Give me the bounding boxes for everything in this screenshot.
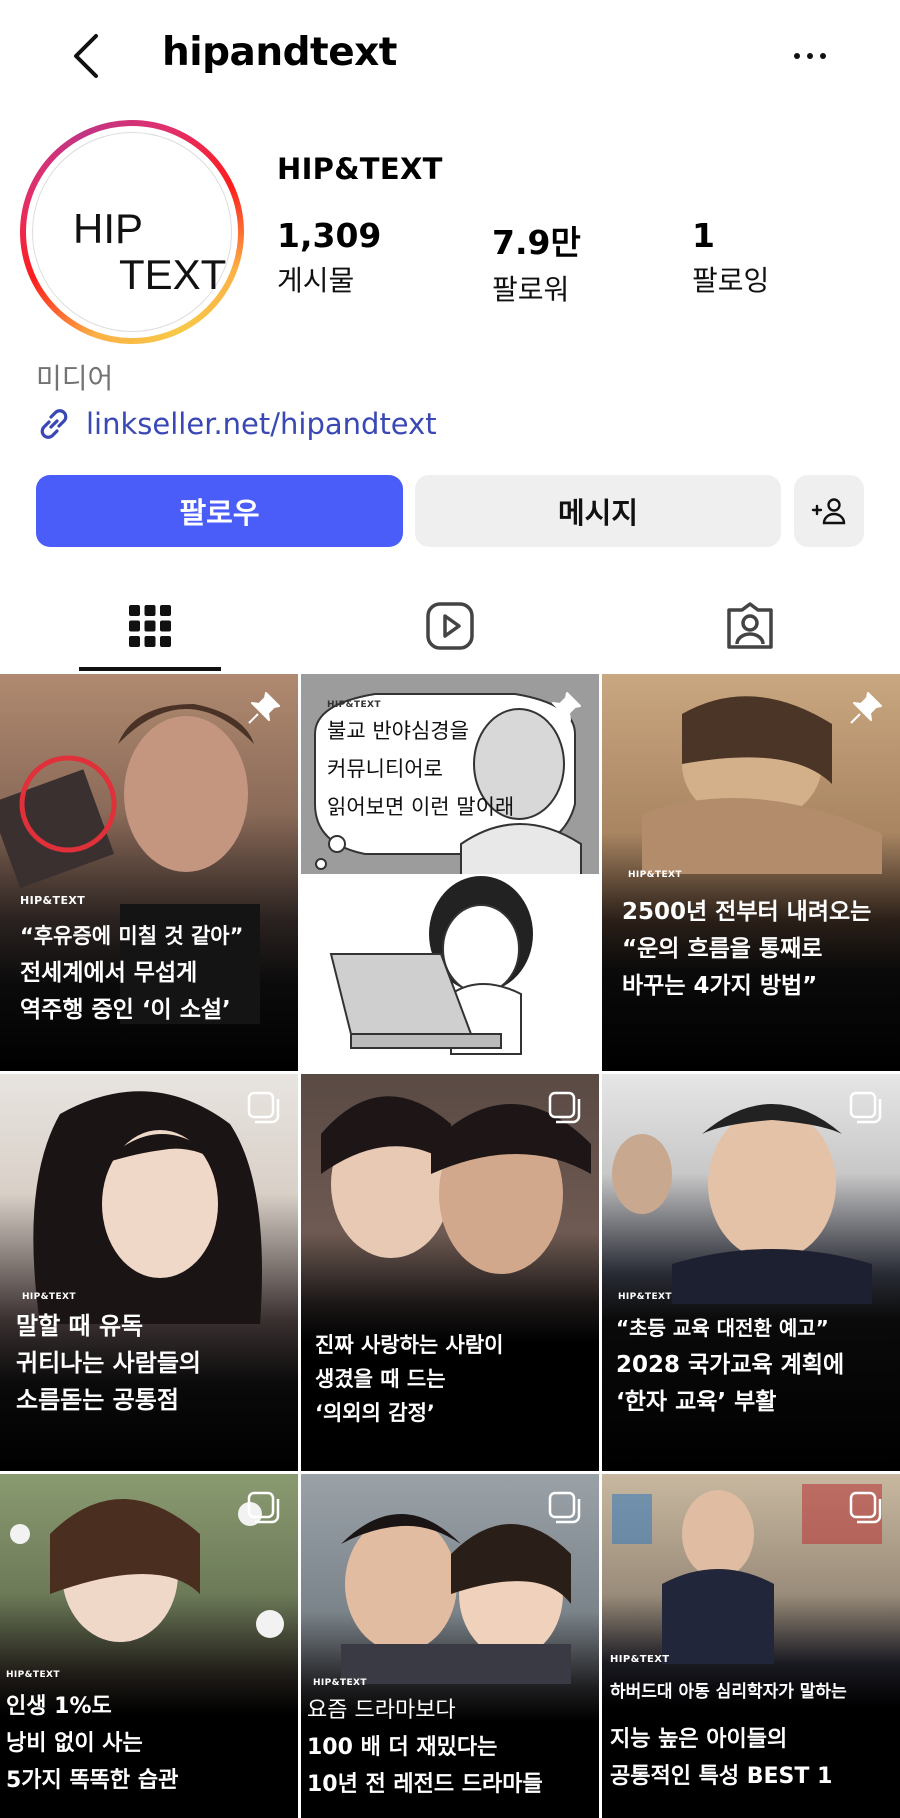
post-caption: 하버드대 아동 심리학자가 말하는 지능 높은 아이들의 공통적인 특성 BES… — [610, 1674, 886, 1795]
post-caption: “초등 교육 대전환 예고” 2028 국가교육 계획에 ‘한자 교육’ 부활 — [616, 1310, 886, 1421]
carousel-icon — [548, 1491, 581, 1524]
suggest-people-button[interactable] — [794, 475, 864, 547]
post-tile[interactable]: HIP&TEXT 하버드대 아동 심리학자가 말하는 지능 높은 아이들의 공통… — [602, 1474, 900, 1818]
post-caption-line: ‘의외의 감정’ — [315, 1401, 435, 1425]
post-tile[interactable]: HIP&TEXT 인생 1%도 낭비 없이 사는 5가지 똑똑한 습관 — [0, 1474, 298, 1818]
post-tile[interactable]: HIP&TEXT 말할 때 유독 귀티나는 사람들의 소름돋는 공통점 — [0, 1074, 298, 1471]
post-caption-line: 귀티나는 사람들의 — [16, 1349, 201, 1377]
post-tile[interactable]: HIP&TEXT “초등 교육 대전환 예고” 2028 국가교육 계획에 ‘한… — [602, 1074, 900, 1471]
post-caption-line: 공통적인 특성 BEST 1 — [610, 1764, 833, 1789]
post-tile[interactable]: 진짜 사랑하는 사람이 생겼을 때 드는 ‘의외의 감정’ — [301, 1074, 599, 1471]
carousel-icon — [849, 1491, 882, 1524]
followers-label: 팔로워 — [492, 273, 570, 306]
post-brand-label: HIP&TEXT — [628, 870, 682, 880]
post-tile[interactable]: HIP&TEXT 불교 반야심경을 커뮤니티어로 읽어보면 이런 말이래 — [301, 674, 599, 1071]
post-caption-line: 하버드대 아동 심리학자가 말하는 — [610, 1682, 847, 1702]
grid-icon — [129, 605, 171, 647]
profile-link[interactable]: linkseller.net/hipandtext — [36, 406, 437, 442]
following-count: 1 — [692, 216, 715, 255]
posts-count: 1,309 — [277, 216, 382, 255]
tagged-icon — [727, 602, 773, 649]
post-caption-line: 요즘 드라마보다 — [307, 1698, 456, 1723]
post-caption-line: 읽어보면 이런 말이래 — [327, 795, 515, 819]
post-brand-label: HIP&TEXT — [327, 700, 381, 710]
post-caption-line: “후유증에 미칠 것 같아” — [20, 924, 244, 948]
top-bar: hipandtext — [0, 0, 900, 110]
post-caption-line: “초등 교육 대전환 예고” — [616, 1316, 829, 1340]
post-caption-line: 생겼을 때 드는 — [315, 1367, 446, 1391]
post-caption-line: 10년 전 레전드 드라마들 — [307, 1772, 543, 1797]
carousel-icon — [849, 1091, 882, 1124]
post-caption-line: 낭비 없이 사는 — [6, 1731, 143, 1756]
more-options-button[interactable] — [782, 36, 838, 76]
post-caption-line: 인생 1%도 — [6, 1694, 112, 1719]
post-caption-line: 전세계에서 무섭게 — [20, 960, 198, 986]
profile-category: 미디어 — [36, 362, 114, 395]
post-caption-line: 불교 반야심경을 — [327, 719, 469, 743]
carousel-icon — [548, 1091, 581, 1124]
back-button[interactable] — [60, 28, 110, 84]
post-caption: 인생 1%도 낭비 없이 사는 5가지 똑똑한 습관 — [6, 1688, 284, 1799]
post-caption-line: 소름돋는 공통점 — [16, 1386, 179, 1414]
post-caption: “후유증에 미칠 것 같아” 전세계에서 무섭게 역주행 중인 ‘이 소설’ — [20, 918, 284, 1029]
post-caption-line: 바꾸는 4가지 방법” — [622, 973, 818, 999]
post-brand-label: HIP&TEXT — [313, 1678, 367, 1688]
post-caption-line: ‘한자 교육’ 부활 — [616, 1389, 777, 1415]
post-caption-line: 진짜 사랑하는 사람이 — [315, 1333, 504, 1357]
post-caption-line: 2028 국가교육 계획에 — [616, 1352, 845, 1378]
profile-tabs — [0, 580, 900, 672]
post-tile[interactable]: HIP&TEXT 요즘 드라마보다 100 배 더 재밌다는 10년 전 레전드… — [301, 1474, 599, 1818]
active-tab-indicator — [79, 667, 221, 671]
post-caption: 요즘 드라마보다 100 배 더 재밌다는 10년 전 레전드 드라마들 — [307, 1692, 585, 1803]
tab-posts-grid[interactable] — [0, 580, 300, 672]
post-caption-line: 말할 때 유독 — [16, 1312, 144, 1340]
reels-icon — [426, 602, 474, 650]
stat-following[interactable]: 1 팔로잉 — [692, 216, 769, 299]
follow-button[interactable]: 팔로우 — [36, 475, 403, 547]
post-tile[interactable]: HIP&TEXT 2500년 전부터 내려오는 “운의 흐름을 통째로 바꾸는 … — [602, 674, 900, 1071]
avatar-logo-line1: HIP — [73, 205, 144, 252]
followers-count: 7.9만 — [492, 223, 581, 262]
post-caption-line: 지능 높은 아이들의 — [610, 1727, 788, 1752]
more-horizontal-icon — [794, 53, 800, 59]
display-name: HIP&TEXT — [277, 152, 443, 186]
carousel-icon — [247, 1091, 280, 1124]
post-brand-label: HIP&TEXT — [610, 1654, 670, 1665]
post-brand-label: HIP&TEXT — [22, 1292, 76, 1302]
carousel-icon — [247, 1491, 280, 1524]
post-brand-label: HIP&TEXT — [20, 894, 86, 907]
profile-username: hipandtext — [162, 30, 397, 75]
post-caption-line: 5가지 똑똑한 습관 — [6, 1768, 179, 1793]
posts-label: 게시물 — [277, 264, 355, 297]
post-caption-line: 100 배 더 재밌다는 — [307, 1735, 498, 1760]
post-caption-line: “운의 흐름을 통째로 — [622, 936, 823, 962]
link-icon — [40, 409, 68, 439]
post-caption-line: 2500년 전부터 내려오는 — [622, 899, 872, 925]
post-brand-label: HIP&TEXT — [618, 1292, 672, 1302]
post-caption: 2500년 전부터 내려오는 “운의 흐름을 통째로 바꾸는 4가지 방법” — [622, 894, 886, 1005]
post-caption: 불교 반야심경을 커뮤니티어로 읽어보면 이런 말이래 — [327, 712, 585, 826]
post-caption: 진짜 사랑하는 사람이 생겼을 때 드는 ‘의외의 감정’ — [315, 1328, 585, 1430]
posts-grid: HIP&TEXT “후유증에 미칠 것 같아” 전세계에서 무섭게 역주행 중인… — [0, 674, 900, 1818]
post-caption-line: 커뮤니티어로 — [327, 757, 443, 781]
pin-icon — [850, 692, 882, 724]
avatar-logo-line2: TEXT — [119, 251, 227, 298]
tab-tagged[interactable] — [600, 580, 900, 672]
post-caption: 말할 때 유독 귀티나는 사람들의 소름돋는 공통점 — [16, 1308, 284, 1419]
post-tile[interactable]: HIP&TEXT “후유증에 미칠 것 같아” 전세계에서 무섭게 역주행 중인… — [0, 674, 298, 1071]
avatar: HIP TEXT — [32, 132, 232, 332]
pin-icon — [248, 692, 280, 724]
tab-reels[interactable] — [300, 580, 600, 672]
stat-posts[interactable]: 1,309 게시물 — [277, 216, 381, 299]
post-caption-line: 역주행 중인 ‘이 소설’ — [20, 997, 231, 1023]
link-text[interactable]: linkseller.net/hipandtext — [86, 407, 437, 441]
message-button[interactable]: 메시지 — [415, 475, 781, 547]
add-person-icon — [811, 498, 846, 525]
following-label: 팔로잉 — [692, 264, 770, 297]
avatar-story-ring[interactable]: HIP TEXT — [20, 120, 244, 344]
chevron-left-icon — [74, 34, 98, 78]
stat-followers[interactable]: 7.9만 팔로워 — [492, 216, 581, 308]
post-brand-label: HIP&TEXT — [6, 1670, 60, 1680]
